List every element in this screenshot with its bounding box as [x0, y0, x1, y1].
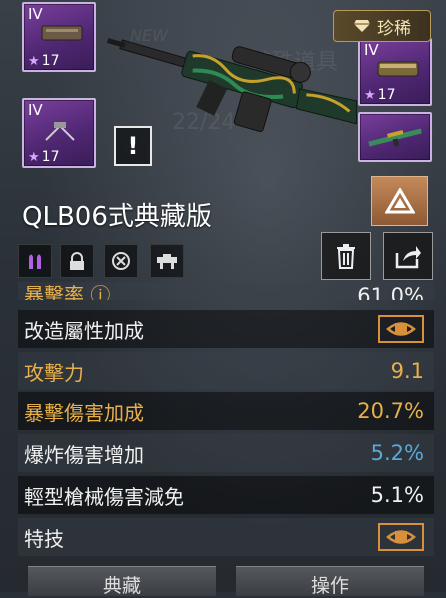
ammo-mod-icon[interactable] [18, 244, 52, 278]
magazine-icon [41, 25, 83, 41]
lock-mod-icon[interactable] [60, 244, 94, 278]
section-label: 改造屬性加成 [24, 318, 144, 343]
skill-section-header: 特技 [18, 518, 434, 556]
info-icon: ⓘ [90, 283, 111, 300]
eye-icon [386, 322, 416, 336]
diamond-icon [354, 20, 370, 32]
share-button[interactable] [383, 232, 433, 280]
share-icon [395, 246, 421, 269]
toggle-view-button[interactable] [378, 315, 424, 343]
circle-x-icon [112, 252, 130, 270]
stat-row: 攻擊力 9.1 [18, 352, 434, 390]
exclamation-icon: ! [127, 132, 139, 160]
star-icon: ★ [28, 53, 40, 69]
rifle-icon [368, 128, 422, 147]
section-label: 特技 [24, 526, 64, 551]
stat-value: 9.1 [390, 359, 424, 383]
bipod-icon [45, 122, 75, 141]
rarity-label: 珍稀 [377, 18, 411, 39]
slot-tier: IV [364, 41, 379, 59]
slot-attachment-3[interactable]: IV ★ 17 [358, 38, 432, 106]
mod-attributes-header: 改造屬性加成 [18, 310, 434, 348]
stat-row: 輕型槍械傷害減免 5.1% [18, 476, 434, 514]
slot-attachment-2[interactable]: IV ★ 17 [22, 98, 96, 168]
scope-mod-icon[interactable] [150, 244, 184, 278]
ammo-box-icon [377, 61, 419, 77]
eye-icon [386, 530, 416, 544]
stat-value: 5.2% [370, 441, 424, 465]
delete-button[interactable] [321, 232, 371, 280]
slot-count: ★ 17 [28, 149, 60, 165]
customize-button[interactable] [371, 176, 428, 226]
slot-count: ★ 17 [28, 53, 60, 69]
slot-count: ★ 17 [364, 87, 396, 103]
stat-label: 暴擊率 ⓘ [24, 282, 110, 300]
stat-row: 暴擊傷害加成 20.7% [18, 392, 434, 430]
cancel-mod-icon[interactable] [104, 244, 138, 278]
button-label: 操作 [310, 575, 349, 597]
lock-icon [70, 252, 84, 270]
stat-label: 攻擊力 [24, 360, 84, 385]
scope-icon [157, 254, 177, 269]
slot-tier: IV [28, 5, 43, 23]
triangle-logo-icon [384, 188, 415, 214]
stat-value: 61.0% [357, 284, 424, 300]
toggle-view-button[interactable] [378, 523, 424, 551]
star-icon: ★ [28, 149, 40, 165]
stat-value: 20.7% [357, 399, 424, 423]
slot-attachment-1[interactable]: IV ★ 17 [22, 2, 96, 72]
star-icon: ★ [364, 87, 376, 103]
bullets-icon [29, 254, 41, 269]
stat-row: 爆炸傷害增加 5.2% [18, 434, 434, 472]
weapon-name: QLB06式典藏版 [22, 202, 212, 232]
warning-button[interactable]: ! [114, 126, 152, 166]
stat-label: 爆炸傷害增加 [24, 442, 144, 467]
stat-label: 輕型槍械傷害減免 [24, 484, 184, 509]
stat-label: 暴擊傷害加成 [24, 400, 144, 425]
rarity-badge: 珍稀 [333, 10, 431, 42]
trash-icon [337, 244, 355, 269]
slot-tier: IV [28, 101, 43, 119]
button-label: 典藏 [102, 575, 141, 597]
stat-value: 5.1% [370, 483, 424, 507]
stat-row-partial: 暴擊率 ⓘ 61.0% [18, 282, 434, 300]
slot-weapon-skin[interactable] [358, 112, 432, 162]
